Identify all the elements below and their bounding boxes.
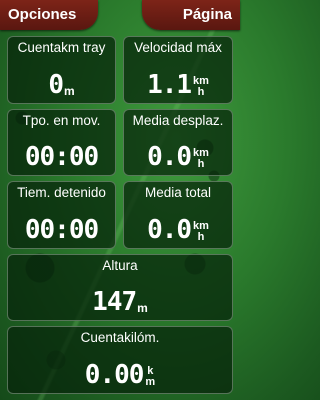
field-moving-average[interactable]: Media desplaz. 0.0 km h [123,109,233,176]
page-button[interactable]: Página [142,0,240,30]
field-value-group: 1.1 km h [124,72,232,98]
field-unit: km h [193,76,209,98]
field-label: Altura [102,258,138,273]
unit-bottom: h [197,231,205,243]
field-value-group: 0.0 km h [124,144,232,170]
field-value: 00:00 [24,215,99,245]
field-value-group: 00:00 [8,144,115,170]
field-value-group: 0.00 k m [8,362,232,388]
field-trip-odometer[interactable]: Cuentakm tray 0 m [7,36,116,104]
field-label: Cuentakilóm. [80,330,160,345]
field-label: Tiem. detenido [17,185,106,200]
field-label: Velocidad máx [134,40,222,55]
field-overall-average[interactable]: Media total 0.0 km h [123,181,233,249]
field-value: 147 [92,287,137,317]
field-value: 0.0 [147,215,192,245]
field-value-group: 147 m [8,289,232,315]
field-label: Media total [144,185,212,200]
unit-bottom: h [197,86,205,98]
field-value-group: 0 m [8,72,115,98]
field-elevation[interactable]: Altura 147 m [7,254,233,321]
field-moving-time[interactable]: Tpo. en mov. 00:00 [7,109,116,176]
field-unit: m [63,84,75,98]
field-odometer[interactable]: Cuentakilóm. 0.00 k m [7,326,233,394]
field-value: 0.0 [147,142,192,172]
field-unit: m [137,301,148,315]
field-value: 0 [48,70,64,100]
field-label: Cuentakm tray [17,40,106,55]
field-unit: km h [193,148,209,170]
field-value-group: 0.0 km h [124,217,232,243]
field-value: 0.00 [84,360,145,390]
field-max-speed[interactable]: Velocidad máx 1.1 km h [123,36,233,104]
field-unit: km h [193,221,209,243]
field-label: Media desplaz. [132,113,224,128]
options-button[interactable]: Opciones [0,0,98,30]
field-value-group: 00:00 [8,217,115,243]
unit-bottom: h [197,158,205,170]
field-value: 00:00 [24,142,99,172]
field-label: Tpo. en mov. [22,113,101,128]
unit-bottom: m [145,376,156,388]
field-value: 1.1 [147,70,192,100]
field-stopped-time[interactable]: Tiem. detenido 00:00 [7,181,116,249]
field-unit: k m [145,366,155,388]
